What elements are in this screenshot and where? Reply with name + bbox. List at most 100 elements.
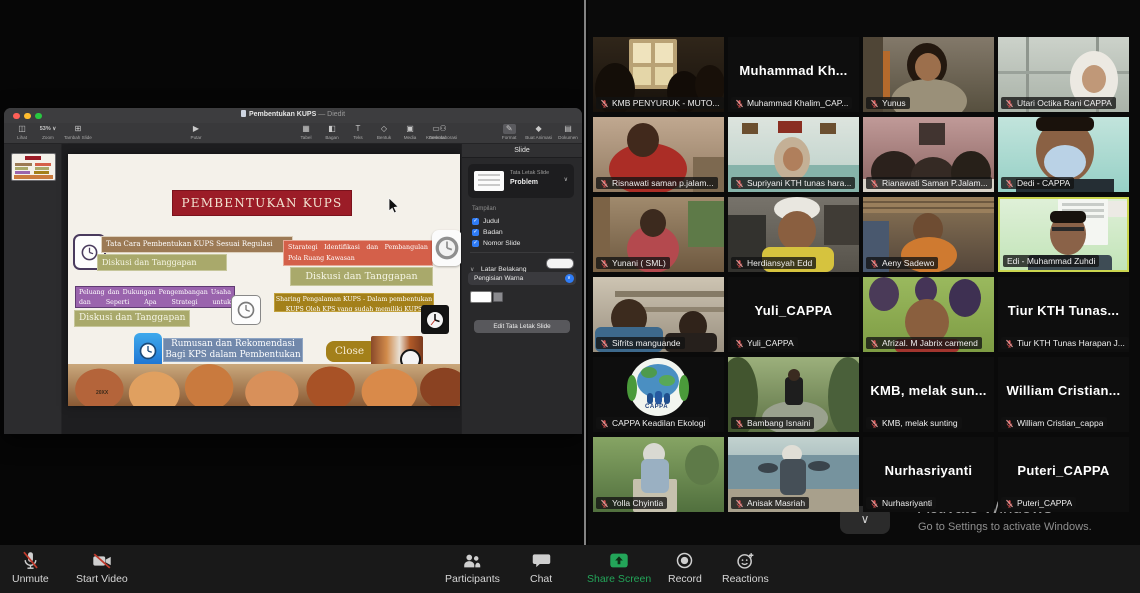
mic-muted-icon bbox=[870, 339, 879, 348]
participant-tile[interactable]: Bambang Isnaini bbox=[728, 357, 859, 432]
mic-muted-icon bbox=[1005, 179, 1014, 188]
participant-tile[interactable]: Herdiansyah Edd bbox=[728, 197, 859, 272]
participant-display-name: KMB, melak sun... bbox=[863, 383, 994, 398]
participant-tile[interactable]: Yolla Chyintia bbox=[593, 437, 724, 512]
tambah-slide-icon: ⊞ bbox=[75, 124, 82, 134]
clock-icon bbox=[421, 305, 449, 334]
mic-muted-icon bbox=[735, 339, 744, 348]
participant-tile[interactable]: Edi - Muhammad Zuhdi bbox=[998, 197, 1129, 272]
toolbar-tabel-button[interactable]: ▦Tabel bbox=[296, 124, 316, 140]
color-fill-dropdown[interactable]: Pengisian Warna ∨ bbox=[468, 272, 576, 285]
display-section-label: Tampilan bbox=[472, 206, 496, 212]
share-screen-button[interactable]: Share Screen bbox=[587, 549, 651, 585]
participant-tile[interactable]: Utari Octika Rani CAPPA bbox=[998, 37, 1129, 112]
toolbar-item-label: Bagan bbox=[325, 135, 338, 140]
participant-tile[interactable]: KMB, melak sun...KMB, melak sunting bbox=[863, 357, 994, 432]
toolbar-lihat-button[interactable]: ◫Lihat bbox=[12, 124, 32, 140]
participant-name: Nurhasriyanti bbox=[882, 498, 932, 508]
toolbar-teks-button[interactable]: TTeks bbox=[348, 124, 368, 140]
lihat-icon: ◫ bbox=[18, 124, 26, 134]
participant-tile[interactable]: Supriyani KTH tunas hara... bbox=[728, 117, 859, 192]
edit-slide-layout-button[interactable]: Edit Tata Letak Slide bbox=[474, 320, 570, 333]
tabel-icon: ▦ bbox=[302, 124, 310, 134]
color-picker-icon[interactable] bbox=[493, 292, 503, 302]
participant-name-label: Muhammad Khalim_CAP... bbox=[731, 97, 852, 109]
participant-tile[interactable]: Muhammad Kh...Muhammad Khalim_CAP... bbox=[728, 37, 859, 112]
toolbar-item-label: Bentuk bbox=[377, 135, 391, 140]
participant-tile[interactable]: Anisak Masriah bbox=[728, 437, 859, 512]
background-color-well[interactable] bbox=[546, 258, 574, 269]
participant-tile[interactable]: CAPPACAPPA Keadilan Ekologi bbox=[593, 357, 724, 432]
participant-tile[interactable]: Yunus bbox=[863, 37, 994, 112]
start-video-button[interactable]: Start Video bbox=[76, 549, 128, 585]
color-fill-label: Pengisian Warna bbox=[474, 275, 523, 282]
participant-tile[interactable]: Dedi - CAPPA bbox=[998, 117, 1129, 192]
checkbox-badan[interactable]: ✓Badan bbox=[472, 227, 520, 238]
background-row[interactable]: ∨ Latar Belakang bbox=[470, 258, 574, 269]
participant-name: William Cristian_cappa bbox=[1017, 418, 1103, 428]
participant-tile[interactable]: Aeny Sadewo bbox=[863, 197, 994, 272]
toolbar-bentuk-button[interactable]: ◇Bentuk bbox=[374, 124, 394, 140]
start-video-label: Start Video bbox=[76, 573, 128, 585]
reactions-button[interactable]: Reactions bbox=[722, 549, 769, 585]
document-icon bbox=[241, 110, 246, 117]
mic-muted-icon bbox=[600, 419, 609, 428]
checkbox-nomor-slide[interactable]: ✓Nomor Slide bbox=[472, 238, 520, 249]
pane-divider[interactable] bbox=[584, 0, 586, 556]
video-content-shape bbox=[641, 459, 669, 493]
checkbox-label: Judul bbox=[483, 218, 499, 225]
video-content-shape bbox=[1044, 145, 1086, 179]
participant-name-label: Risnawati saman p.jalam... bbox=[596, 177, 718, 189]
toolbar-tambah-slide-button[interactable]: ⊞Tambah Slide bbox=[64, 124, 92, 140]
participant-tile[interactable]: Yunani ( SML) bbox=[593, 197, 724, 272]
checkbox-judul[interactable]: ✓ Judul bbox=[472, 216, 520, 227]
participant-tile[interactable]: Nurhasriyanti Nurhasriyanti bbox=[863, 437, 994, 512]
toolbar-media-button[interactable]: ▣Media bbox=[400, 124, 420, 140]
toolbar-dokumen-button[interactable]: ▤Dokumen bbox=[558, 124, 578, 140]
participant-tile[interactable]: Rianawati Saman P.Jalam... bbox=[863, 117, 994, 192]
unmute-button[interactable]: Unmute bbox=[12, 549, 49, 585]
participant-tile[interactable]: Yuli_CAPPAYuli_CAPPA bbox=[728, 277, 859, 352]
slide-navigator[interactable] bbox=[4, 144, 62, 434]
participant-name: Dedi - CAPPA bbox=[1017, 178, 1070, 188]
video-content-shape bbox=[742, 123, 758, 134]
slide-box-diskusi-2: Diskusi dan Tanggapan Peserta bbox=[290, 267, 433, 286]
participant-name: Rianawati Saman P.Jalam... bbox=[882, 178, 988, 188]
berkolaborasi-icon: ⚇ bbox=[439, 124, 446, 134]
toolbar-format-button[interactable]: ✎Format bbox=[499, 124, 519, 140]
participant-tile[interactable]: Tiur KTH Tunas...Tiur KTH Tunas Harapan … bbox=[998, 277, 1129, 352]
record-label: Record bbox=[668, 573, 702, 585]
checkbox-checked-icon[interactable]: ✓ bbox=[472, 218, 479, 225]
slide-layout-selector[interactable]: Tata Letak Slide Problem ∨ bbox=[468, 164, 574, 198]
participant-tile[interactable]: KMB PENYURUK - MUTO... bbox=[593, 37, 724, 112]
tab-slide[interactable]: Slide bbox=[462, 144, 582, 158]
toolbar-zoom-button[interactable]: 53% ∨Zoom bbox=[38, 124, 58, 140]
participant-name-label: Edi - Muhammad Zuhdi bbox=[1003, 255, 1099, 267]
toolbar-berkolaborasi-button[interactable]: ⚇Berkolaborasi bbox=[429, 124, 457, 140]
record-button[interactable]: Record bbox=[668, 549, 702, 585]
slide-thumbnail[interactable] bbox=[11, 153, 56, 181]
toolbar-buat-animasi-button[interactable]: ◆Buat Animasi bbox=[525, 124, 552, 140]
chat-button[interactable]: Chat bbox=[530, 549, 552, 585]
checkbox-checked-icon[interactable]: ✓ bbox=[472, 229, 479, 236]
participant-tile[interactable]: William Cristian...William Cristian_capp… bbox=[998, 357, 1129, 432]
fill-color-swatch[interactable] bbox=[470, 291, 492, 303]
participant-tile[interactable]: Afrizal. M Jabrix carmend bbox=[863, 277, 994, 352]
checkbox-checked-icon[interactable]: ✓ bbox=[472, 240, 479, 247]
video-content-shape bbox=[919, 123, 945, 145]
participant-tile[interactable]: Risnawati saman p.jalam... bbox=[593, 117, 724, 192]
slide-box-diskusi-3: Diskusi dan Tanggapan bbox=[74, 310, 190, 327]
video-content-shape bbox=[788, 369, 800, 381]
toolbar-item-label: Tambah Slide bbox=[64, 135, 92, 140]
toolbar-putar-button[interactable]: ▶Putar bbox=[186, 124, 206, 140]
participant-name: KMB PENYURUK - MUTO... bbox=[612, 98, 720, 108]
participant-tile[interactable]: Puteri_CAPPAPuteri_CAPPA bbox=[998, 437, 1129, 512]
participant-tile[interactable]: Sifrits manguande bbox=[593, 277, 724, 352]
participant-name: Risnawati saman p.jalam... bbox=[612, 178, 714, 188]
slide: PEMBENTUKAN KUPS Tata Cara Pembentukan K… bbox=[68, 154, 460, 406]
participant-display-name: Nurhasriyanti bbox=[863, 463, 994, 478]
slide-box-rumusan: Rumusan dan Rekomendasi Bagi KPS dalam P… bbox=[163, 338, 303, 362]
mic-muted-icon bbox=[600, 259, 609, 268]
participants-button[interactable]: Participants bbox=[445, 549, 500, 585]
toolbar-bagan-button[interactable]: ◧Bagan bbox=[322, 124, 342, 140]
